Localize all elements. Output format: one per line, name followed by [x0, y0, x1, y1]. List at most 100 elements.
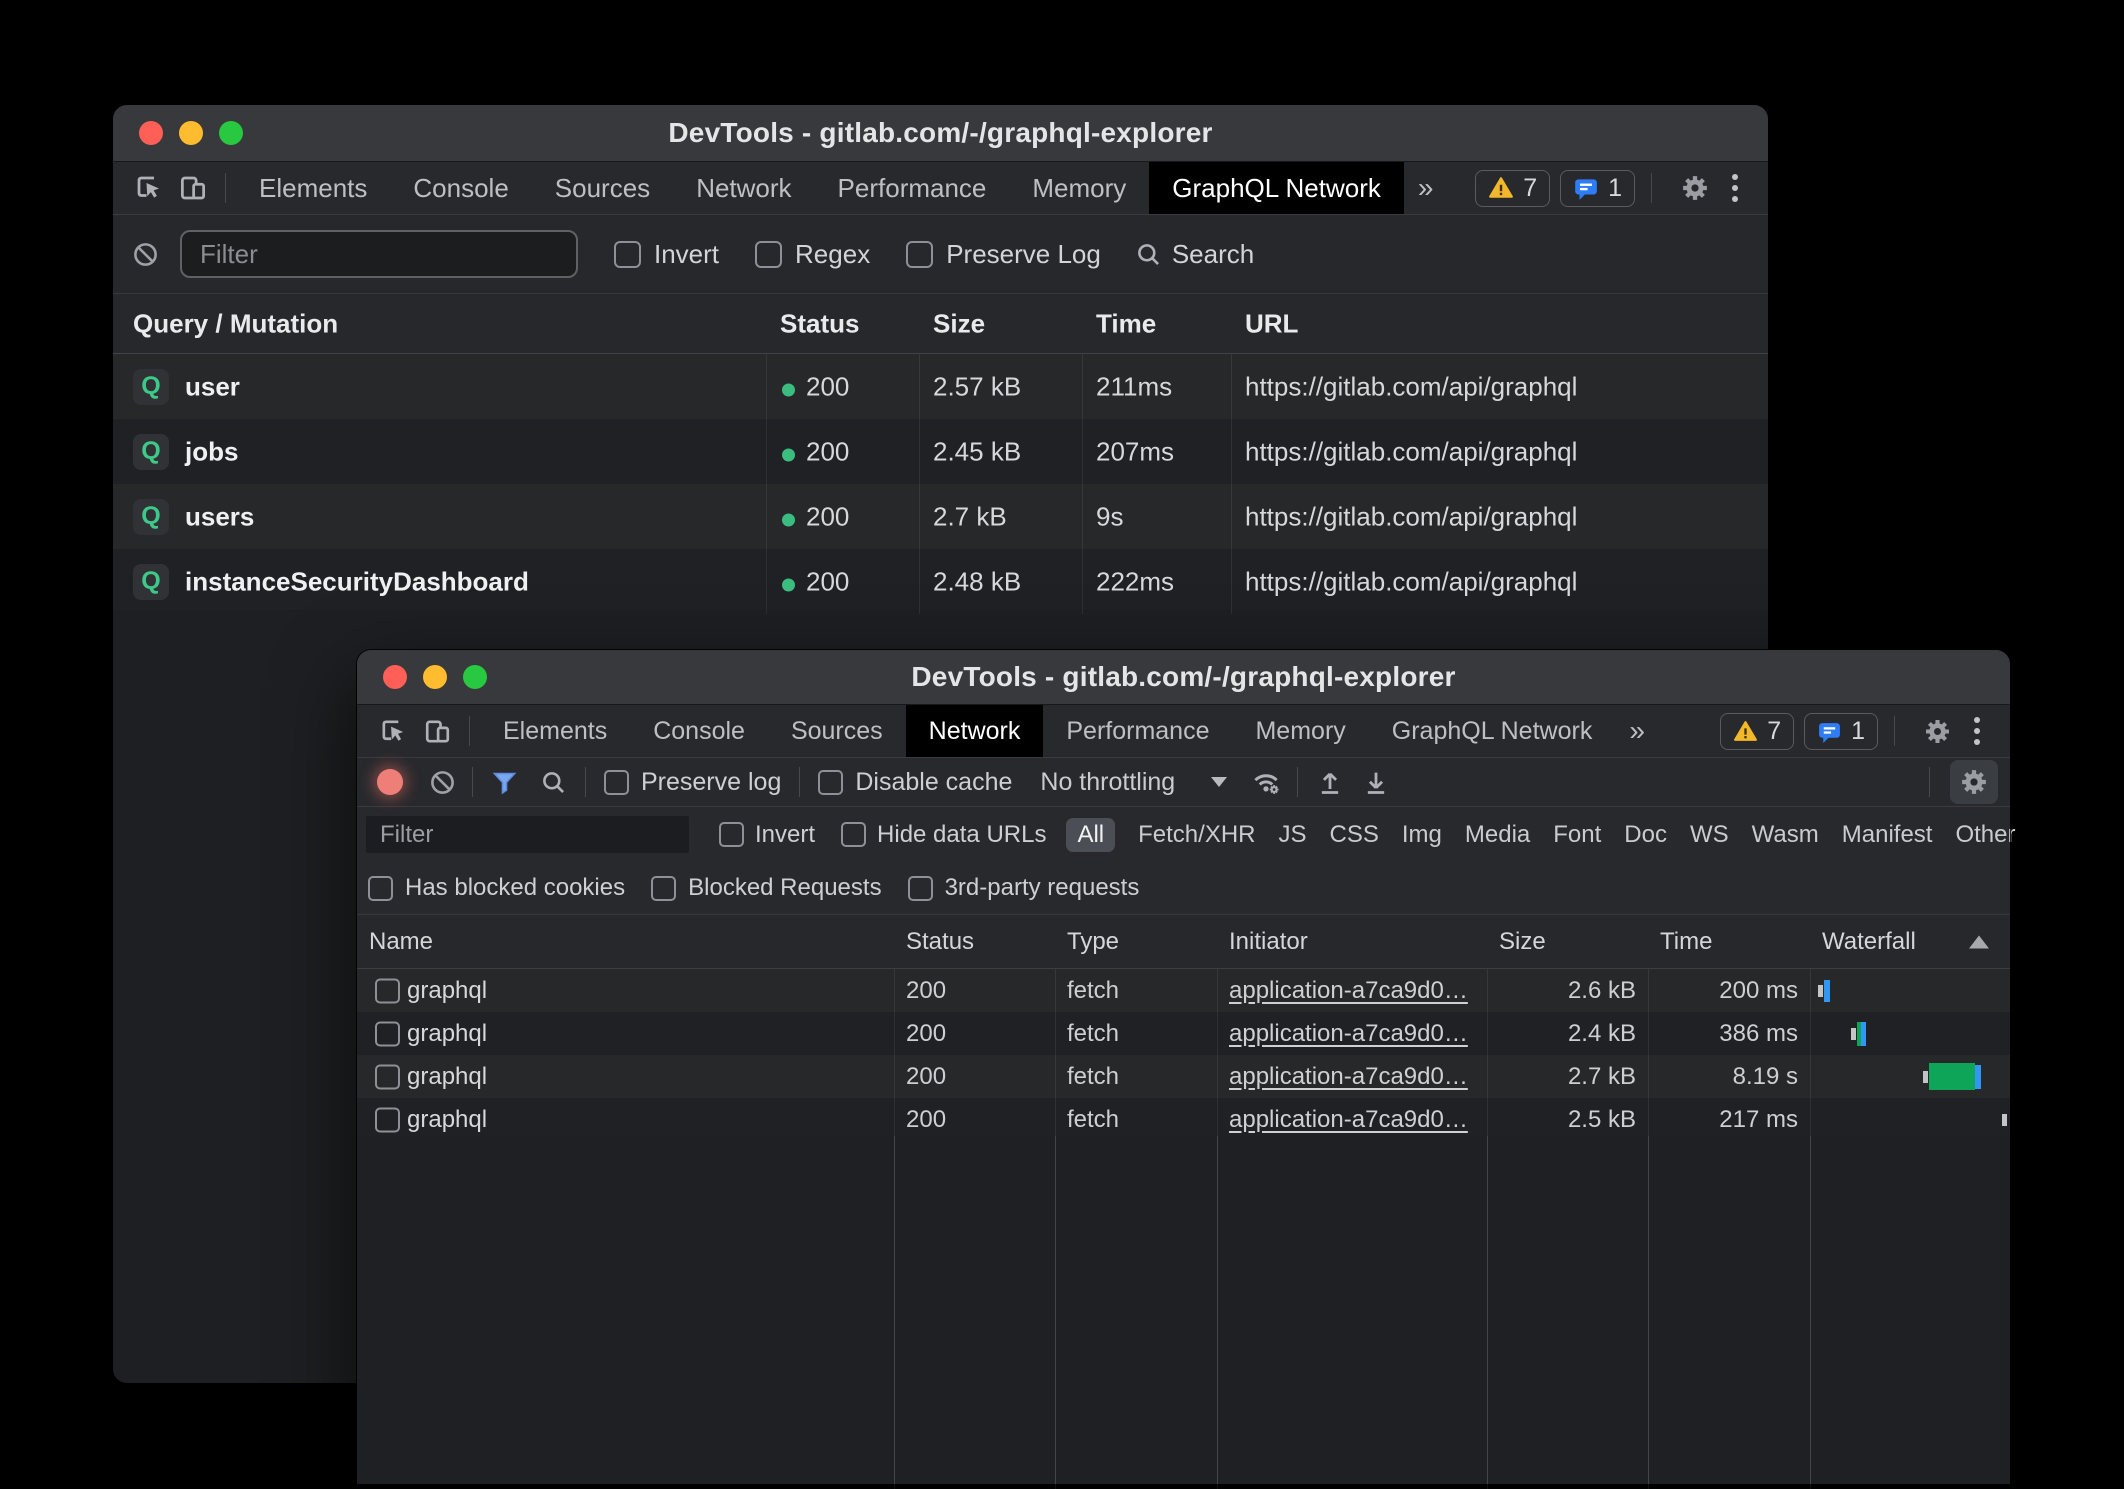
messages-badge[interactable]: 1 [1560, 170, 1635, 207]
close-window-button[interactable] [383, 665, 407, 689]
filter-funnel-icon[interactable] [491, 769, 518, 796]
has-blocked-cookies-checkbox[interactable] [368, 876, 393, 901]
search-icon[interactable] [540, 769, 567, 796]
disable-cache-checkbox-group[interactable]: Disable cache [818, 768, 1012, 797]
initiator-link[interactable]: application-a7ca9d0… [1229, 1063, 1468, 1091]
hide-data-urls-checkbox[interactable] [841, 822, 866, 847]
initiator-link[interactable]: application-a7ca9d0… [1229, 977, 1468, 1005]
warnings-badge[interactable]: 7 [1720, 713, 1794, 750]
table-row[interactable]: Q jobs 200 2.45 kB 207ms https://gitlab.… [113, 419, 1768, 484]
zoom-window-button[interactable] [463, 665, 487, 689]
table-row[interactable]: graphql 200 fetch application-a7ca9d0… 2… [357, 1098, 2010, 1141]
more-tabs-icon[interactable]: » [1404, 172, 1448, 204]
minimize-window-button[interactable] [423, 665, 447, 689]
disable-cache-checkbox[interactable] [818, 770, 843, 795]
third-party-requests-checkbox-group[interactable]: 3rd-party requests [908, 874, 1140, 902]
filter-input[interactable] [180, 230, 578, 278]
table-row[interactable]: graphql 200 fetch application-a7ca9d0… 2… [357, 1012, 2010, 1055]
inspect-icon[interactable] [127, 168, 171, 208]
row-checkbox[interactable] [375, 1107, 400, 1132]
invert-checkbox[interactable] [614, 241, 641, 268]
row-checkbox[interactable] [375, 1064, 400, 1089]
col-initiator[interactable]: Initiator [1229, 928, 1308, 956]
tab-sources[interactable]: Sources [532, 162, 673, 214]
blocked-requests-checkbox-group[interactable]: Blocked Requests [651, 874, 881, 902]
search-button[interactable]: Search [1135, 239, 1254, 270]
warnings-badge[interactable]: 7 [1475, 170, 1550, 207]
device-toolbar-icon[interactable] [171, 168, 215, 208]
tab-console[interactable]: Console [630, 705, 768, 757]
network-settings-gear-icon[interactable] [1950, 760, 1998, 804]
col-time[interactable]: Time [1660, 928, 1712, 956]
has-blocked-cookies-checkbox-group[interactable]: Has blocked cookies [368, 874, 625, 902]
device-toolbar-icon[interactable] [415, 711, 459, 751]
type-filter-ws[interactable]: WS [1690, 821, 1729, 849]
import-har-icon[interactable] [1316, 768, 1344, 796]
tab-performance[interactable]: Performance [1043, 705, 1232, 757]
table-row[interactable]: Q user 200 2.57 kB 211ms https://gitlab.… [113, 354, 1768, 419]
table-row[interactable]: graphql 200 fetch application-a7ca9d0… 2… [357, 1055, 2010, 1098]
settings-gear-icon[interactable] [1680, 173, 1710, 203]
type-filter-all[interactable]: All [1066, 818, 1115, 852]
invert-checkbox-group[interactable]: Invert [614, 239, 719, 270]
table-row[interactable]: graphql 200 fetch application-a7ca9d0… 2… [357, 969, 2010, 1012]
tab-memory[interactable]: Memory [1009, 162, 1149, 214]
tab-console[interactable]: Console [390, 162, 531, 214]
export-har-icon[interactable] [1362, 768, 1390, 796]
throttling-dropdown[interactable]: No throttling [1040, 768, 1227, 797]
col-waterfall[interactable]: Waterfall [1822, 928, 1916, 956]
record-button[interactable] [377, 769, 403, 795]
initiator-link[interactable]: application-a7ca9d0… [1229, 1106, 1468, 1134]
tab-memory[interactable]: Memory [1232, 705, 1368, 757]
invert-checkbox-group[interactable]: Invert [719, 821, 815, 849]
third-party-requests-checkbox[interactable] [908, 876, 933, 901]
col-size[interactable]: Size [1499, 928, 1546, 956]
zoom-window-button[interactable] [219, 121, 243, 145]
tab-elements[interactable]: Elements [480, 705, 630, 757]
type-filter-css[interactable]: CSS [1330, 821, 1379, 849]
blocked-requests-checkbox[interactable] [651, 876, 676, 901]
col-name[interactable]: Name [369, 928, 433, 956]
row-checkbox[interactable] [375, 1021, 400, 1046]
table-row[interactable]: Q instanceSecurityDashboard 200 2.48 kB … [113, 549, 1768, 614]
close-window-button[interactable] [139, 121, 163, 145]
col-type[interactable]: Type [1067, 928, 1119, 956]
type-filter-img[interactable]: Img [1402, 821, 1442, 849]
preserve-log-checkbox-group[interactable]: Preserve log [604, 768, 781, 797]
messages-badge[interactable]: 1 [1804, 713, 1878, 750]
more-tabs-icon[interactable]: » [1615, 715, 1659, 747]
network-conditions-icon[interactable] [1251, 767, 1281, 797]
tab-graphql-network[interactable]: GraphQL Network [1369, 705, 1616, 757]
tab-elements[interactable]: Elements [236, 162, 390, 214]
tab-network[interactable]: Network [673, 162, 814, 214]
clear-icon[interactable] [127, 234, 163, 274]
kebab-menu-icon[interactable] [1718, 174, 1752, 202]
inspect-icon[interactable] [371, 711, 415, 751]
tab-performance[interactable]: Performance [815, 162, 1010, 214]
minimize-window-button[interactable] [179, 121, 203, 145]
filter-input[interactable] [366, 816, 689, 853]
invert-checkbox[interactable] [719, 822, 744, 847]
row-checkbox[interactable] [375, 978, 400, 1003]
clear-icon[interactable] [429, 769, 456, 796]
table-row[interactable]: Q users 200 2.7 kB 9s https://gitlab.com… [113, 484, 1768, 549]
type-filter-wasm[interactable]: Wasm [1752, 821, 1819, 849]
col-status[interactable]: Status [906, 928, 974, 956]
type-filter-doc[interactable]: Doc [1624, 821, 1667, 849]
type-filter-fetch-xhr[interactable]: Fetch/XHR [1138, 821, 1255, 849]
tab-sources[interactable]: Sources [768, 705, 906, 757]
preserve-log-checkbox[interactable] [604, 770, 629, 795]
initiator-link[interactable]: application-a7ca9d0… [1229, 1020, 1468, 1048]
type-filter-media[interactable]: Media [1465, 821, 1530, 849]
regex-checkbox[interactable] [755, 241, 782, 268]
type-filter-js[interactable]: JS [1279, 821, 1307, 849]
preserve-log-checkbox[interactable] [906, 241, 933, 268]
preserve-log-checkbox-group[interactable]: Preserve Log [906, 239, 1101, 270]
tab-network[interactable]: Network [906, 705, 1044, 757]
regex-checkbox-group[interactable]: Regex [755, 239, 870, 270]
settings-gear-icon[interactable] [1923, 717, 1952, 746]
type-filter-manifest[interactable]: Manifest [1842, 821, 1933, 849]
kebab-menu-icon[interactable] [1960, 717, 1994, 745]
type-filter-other[interactable]: Other [1955, 821, 2015, 849]
tab-graphql-network[interactable]: GraphQL Network [1149, 162, 1404, 214]
